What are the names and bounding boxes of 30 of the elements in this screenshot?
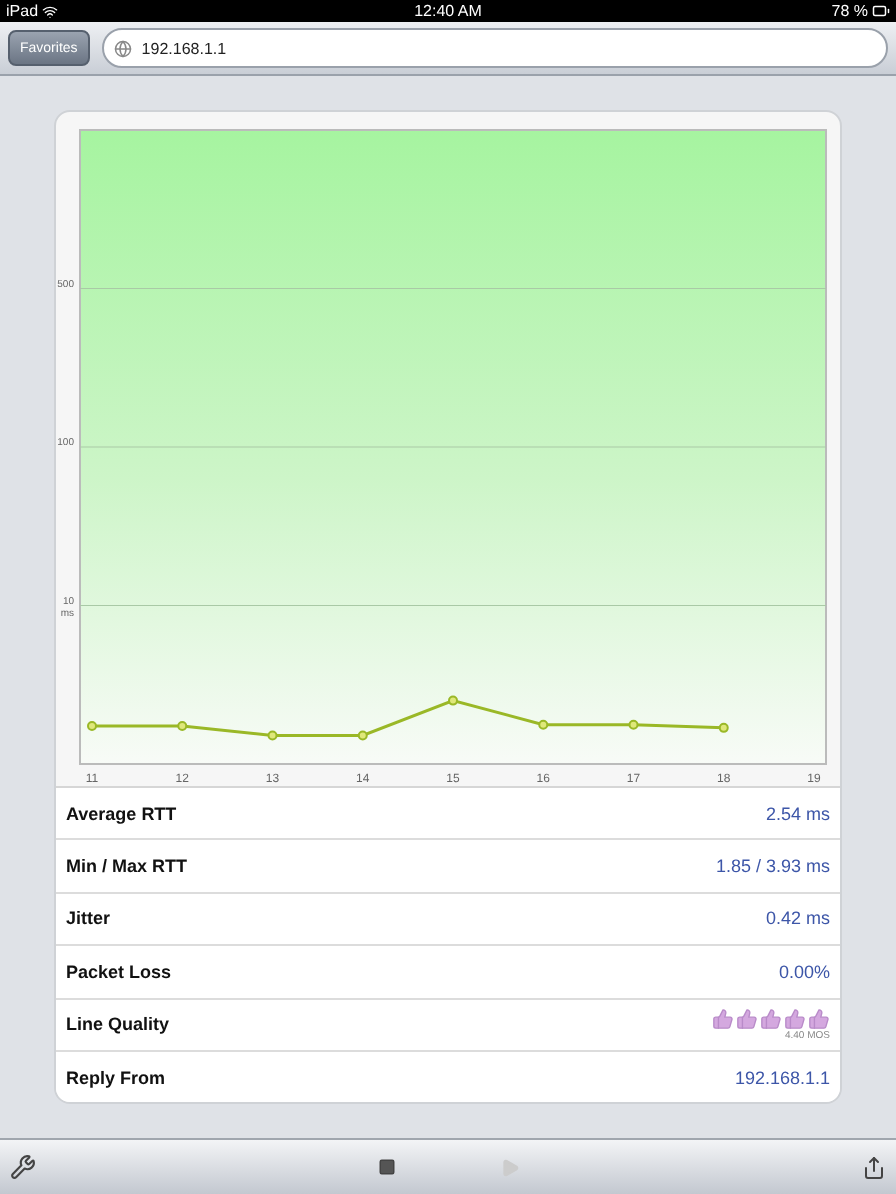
stop-button[interactable] <box>378 1158 397 1176</box>
thumbs-up-icon <box>736 1007 758 1030</box>
battery-percent: 78 % <box>831 2 868 20</box>
stat-label: Min / Max RTT <box>66 856 187 877</box>
stat-label: Reply From <box>66 1067 166 1088</box>
globe-icon <box>113 39 132 57</box>
play-icon <box>499 1157 520 1177</box>
stat-value: 2.54 ms <box>765 803 830 824</box>
stat-value: 192.168.1.1 <box>734 1067 830 1088</box>
stat-value: 0.00% <box>778 961 830 982</box>
device-name: iPad <box>6 2 39 20</box>
thumbs-up-icon <box>784 1007 806 1030</box>
battery-icon <box>872 2 890 20</box>
wrench-icon <box>10 1154 36 1180</box>
address-field[interactable]: 192.168.1.1 <box>101 28 888 68</box>
share-icon <box>861 1155 886 1179</box>
stat-label: Average RTT <box>66 803 177 824</box>
clock: 12:40 AM <box>414 2 482 20</box>
stat-value: 1.85 / 3.93 ms <box>715 856 830 877</box>
stat-value: 0.42 ms <box>765 908 830 929</box>
thumbs-up-icon <box>760 1007 782 1030</box>
stat-label: Packet Loss <box>66 961 172 982</box>
share-button[interactable] <box>861 1155 886 1179</box>
thumbs-up-icon <box>808 1007 830 1030</box>
stat-label: Line Quality <box>66 1014 170 1035</box>
tools-button[interactable] <box>10 1154 36 1180</box>
thumbs-up-icon <box>712 1007 734 1030</box>
wifi-icon <box>42 3 59 19</box>
stat-label: Jitter <box>66 908 111 929</box>
stop-icon <box>378 1158 397 1176</box>
